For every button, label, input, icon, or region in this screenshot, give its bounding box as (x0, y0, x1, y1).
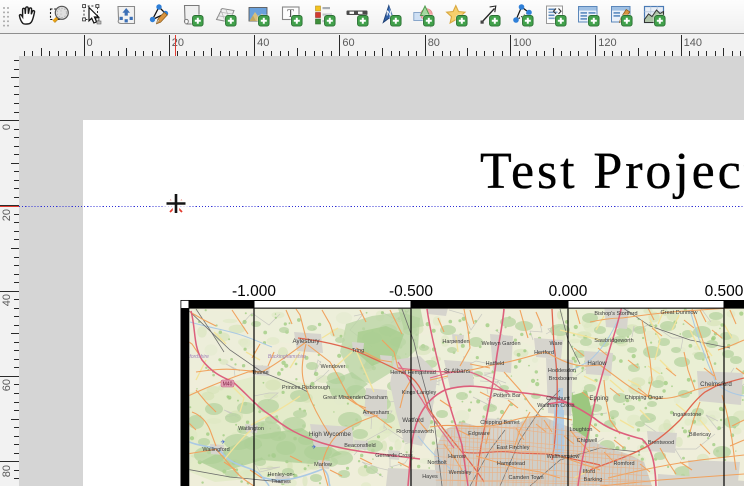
svg-text:Princes Risborough: Princes Risborough (282, 385, 330, 391)
svg-text:Hampstead: Hampstead (497, 461, 525, 467)
svg-text:Northolt: Northolt (427, 460, 447, 466)
svg-text:Aylesbury: Aylesbury (292, 338, 320, 345)
svg-text:Epping: Epping (589, 395, 609, 402)
svg-text:Great Missenden: Great Missenden (323, 395, 365, 401)
svg-text:Chipping Barnet: Chipping Barnet (480, 420, 520, 426)
svg-text:High Wycombe: High Wycombe (309, 431, 351, 438)
svg-text:Hoddesdon: Hoddesdon (548, 368, 576, 374)
svg-text:Amersham: Amersham (363, 410, 390, 416)
svg-text:Barking: Barking (584, 477, 603, 483)
svg-text:-0.500: -0.500 (389, 283, 433, 300)
svg-text:St Albans: St Albans (444, 368, 470, 375)
svg-text:East Finchley: East Finchley (496, 445, 529, 451)
svg-text:Waltham Cross: Waltham Cross (537, 403, 575, 409)
svg-text:Chelmsford: Chelmsford (700, 381, 732, 388)
svg-text:Hayes: Hayes (422, 474, 438, 480)
svg-text:Ingatestone: Ingatestone (673, 412, 702, 418)
svg-text:Camden Town: Camden Town (508, 475, 543, 481)
svg-text:Ware: Ware (550, 341, 563, 347)
svg-text:Hemel Hempstead: Hemel Hempstead (390, 370, 436, 376)
svg-text:Chipping Ongar: Chipping Ongar (625, 395, 664, 401)
svg-text:M40: M40 (223, 381, 233, 387)
svg-text:✈: ✈ (220, 439, 225, 446)
svg-text:✈: ✈ (311, 444, 316, 451)
svg-text:Sawbridgeworth: Sawbridgeworth (594, 338, 633, 344)
svg-text:Wallingford: Wallingford (202, 447, 229, 453)
svg-text:Ilford: Ilford (583, 469, 595, 475)
svg-text:Harrow: Harrow (448, 454, 466, 460)
svg-text:Harpenden: Harpenden (442, 339, 469, 345)
svg-text:Wembley: Wembley (449, 470, 472, 476)
svg-text:Potters Bar: Potters Bar (493, 393, 521, 399)
svg-text:Hatfield: Hatfield (486, 361, 505, 367)
svg-text:Gerrards Cross: Gerrards Cross (375, 453, 413, 459)
svg-text:-1.000: -1.000 (232, 283, 276, 300)
svg-text:Thames: Thames (271, 479, 291, 485)
svg-text:Wendover: Wendover (321, 364, 346, 370)
svg-text:Welwyn Garden: Welwyn Garden (481, 341, 520, 347)
svg-text:0.500: 0.500 (705, 283, 744, 300)
svg-text:Rickmansworth: Rickmansworth (396, 429, 434, 435)
svg-text:Buckinghamshire: Buckinghamshire (268, 354, 307, 360)
svg-text:Cheshunt: Cheshunt (546, 396, 570, 402)
svg-text:Brentwood: Brentwood (648, 440, 674, 446)
svg-text:Watlington: Watlington (238, 426, 264, 432)
svg-text:Hertford: Hertford (534, 350, 554, 356)
svg-text:Tring: Tring (352, 348, 364, 354)
svg-text:Loughton: Loughton (570, 427, 593, 433)
svg-text:Edgware: Edgware (468, 431, 490, 437)
svg-text:Walthamstow: Walthamstow (547, 454, 580, 460)
svg-text:Beaconsfield: Beaconsfield (344, 443, 376, 449)
svg-text:0.000: 0.000 (549, 283, 588, 300)
svg-text:Harlow: Harlow (587, 360, 607, 367)
svg-text:Kings Langley: Kings Langley (402, 390, 437, 396)
svg-text:Chigwell: Chigwell (577, 438, 598, 444)
svg-text:Great Dunmow: Great Dunmow (661, 310, 698, 316)
svg-text:Watford: Watford (402, 417, 424, 424)
svg-text:Chesham: Chesham (364, 395, 388, 401)
svg-text:Marlow: Marlow (314, 462, 332, 468)
svg-text:Bishop's Stortford: Bishop's Stortford (594, 311, 637, 317)
svg-text:Billericay: Billericay (689, 432, 711, 438)
svg-text:Broxbourne: Broxbourne (549, 376, 577, 382)
svg-text:Henley-on-: Henley-on- (268, 472, 295, 478)
svg-text:Romford: Romford (613, 461, 634, 467)
